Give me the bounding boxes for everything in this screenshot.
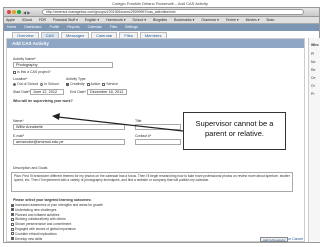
supervisor-callout: Supervisor cannot be a parent or relativ…: [183, 112, 286, 150]
screenshot-frame: Colegio Franklin Delano Roosevelt – Add …: [0, 0, 320, 247]
callout-line-2: parent or relative.: [204, 129, 265, 138]
callout-line-1: Supervisor cannot be a: [195, 119, 274, 128]
